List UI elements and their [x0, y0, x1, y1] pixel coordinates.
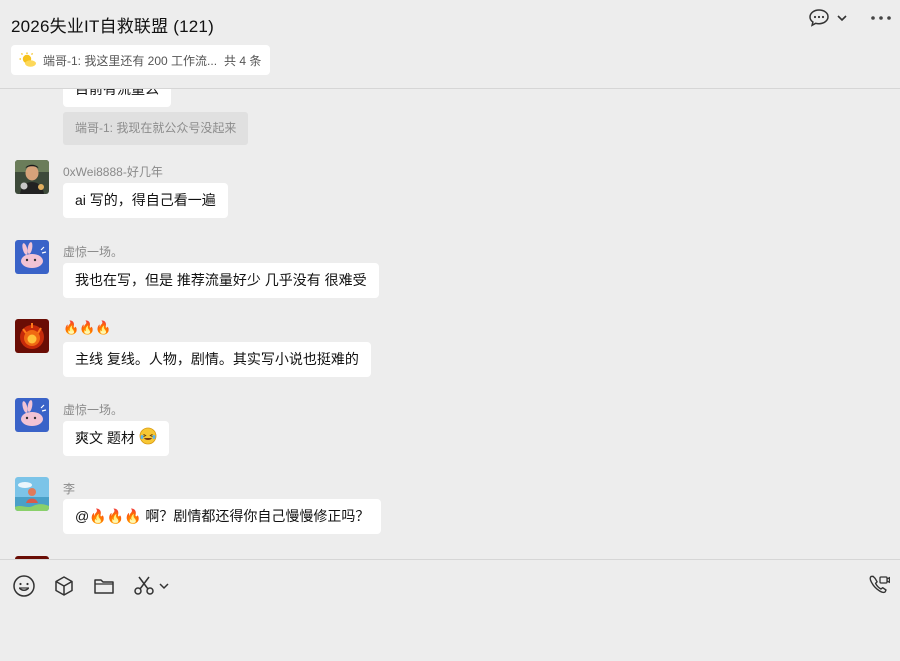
sender-name: 0xWei8888-好几年: [63, 165, 163, 179]
chat-title: 2026失业IT自救联盟 (121): [11, 17, 214, 36]
message-text: 爽文 题材: [75, 430, 135, 446]
avatar[interactable]: [15, 319, 49, 353]
avatar[interactable]: [15, 240, 49, 274]
more-icon[interactable]: [870, 14, 892, 22]
video-call-icon[interactable]: [868, 574, 890, 596]
quoted-reply[interactable]: 端哥-1: 我现在就公众号没起来: [63, 112, 249, 145]
emoji-icon[interactable]: [12, 574, 36, 598]
folder-icon[interactable]: [92, 574, 116, 598]
input-toolbar: [12, 574, 170, 598]
avatar[interactable]: [15, 160, 49, 194]
sender-name: 虚惊一场。: [63, 245, 124, 259]
pinned-message-bar[interactable]: 端哥-1: 我这里还有 200 工作流... 共 4 条: [11, 45, 271, 75]
scissors-icon[interactable]: [132, 574, 170, 598]
pinned-count: 共 4 条: [224, 53, 262, 68]
header-actions: [808, 8, 892, 28]
chat-header: 2026失业IT自救联盟 (121) 端哥-1: 我这里还有 200 工作流..…: [0, 0, 900, 89]
cube-icon[interactable]: [52, 574, 76, 598]
message-bubble[interactable]: @🔥🔥🔥 啊？剧情都还得你自己慢慢修正吗？: [63, 499, 382, 534]
chevron-down-icon[interactable]: [158, 580, 170, 592]
message-bubble[interactable]: ai 写的，得自己看一遍: [63, 183, 228, 218]
message-bubble[interactable]: 主线 复线。人物，剧情。其实写小说也挺难的: [63, 342, 371, 377]
sender-name: 🔥🔥🔥: [63, 320, 112, 335]
avatar[interactable]: [15, 398, 49, 432]
avatar[interactable]: [15, 477, 49, 511]
sender-name: 虚惊一场。: [63, 403, 124, 417]
message-bubble[interactable]: 爽文 题材: [63, 421, 169, 456]
sun-cloud-icon: [19, 52, 37, 68]
sender-name: 李: [63, 482, 76, 496]
chat-history-icon[interactable]: [808, 8, 830, 28]
message-input-area[interactable]: [0, 559, 900, 661]
message-list[interactable]: 目前有流量么 端哥-1: 我现在就公众号没起来 0xWei8888-好几年 ai…: [0, 89, 900, 559]
chevron-down-icon[interactable]: [836, 12, 848, 24]
laughing-tears-emoji-icon: [139, 423, 157, 458]
message-bubble-partial[interactable]: 目前有流量么: [63, 89, 171, 107]
pinned-message-text: 端哥-1: 我这里还有 200 工作流...: [43, 53, 218, 68]
message-bubble[interactable]: 我也在写，但是 推荐流量好少 几乎没有 很难受: [63, 263, 379, 298]
